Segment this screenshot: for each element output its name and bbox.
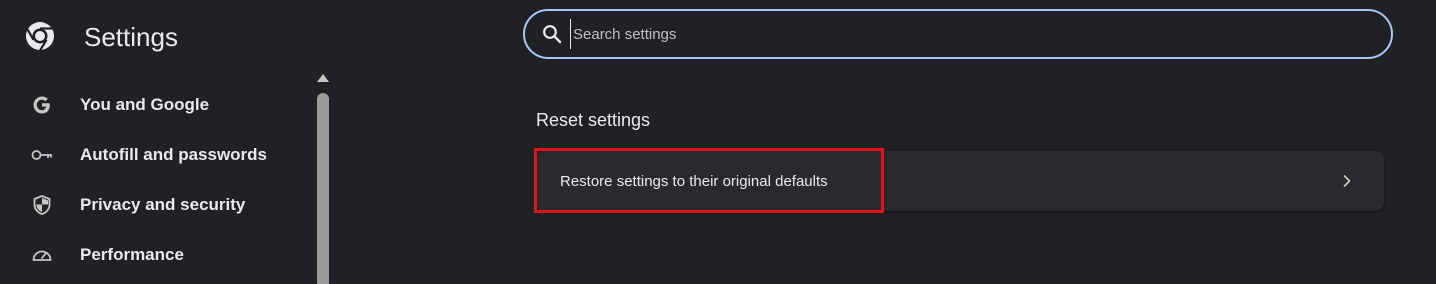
search-input[interactable] xyxy=(570,19,1391,49)
sidebar-item-label: You and Google xyxy=(80,95,210,114)
sidebar-item-label: Performance xyxy=(80,245,184,264)
sidebar-item-you-and-google[interactable]: You and Google xyxy=(0,83,300,127)
speedometer-icon xyxy=(30,243,54,267)
reset-settings-card: Restore settings to their original defau… xyxy=(536,151,1384,211)
scroll-up-arrow-icon[interactable] xyxy=(317,74,329,82)
sidebar-item-label: Autofill and passwords xyxy=(80,145,268,164)
sidebar-item-autofill[interactable]: Autofill and passwords xyxy=(0,133,300,177)
sidebar: You and Google Autofill and passwords Pr… xyxy=(0,70,314,284)
key-icon xyxy=(30,143,54,167)
sidebar-scrollbar[interactable] xyxy=(314,70,332,284)
sidebar-item-privacy[interactable]: Privacy and security xyxy=(0,183,300,227)
restore-defaults-label: Restore settings to their original defau… xyxy=(560,173,828,190)
chevron-right-icon xyxy=(1340,173,1354,189)
shield-icon xyxy=(30,193,54,217)
search-icon xyxy=(542,24,562,44)
settings-page: Settings You and Google xyxy=(0,0,1436,284)
sidebar-item-label: Privacy and security xyxy=(80,195,246,214)
section-title: Reset settings xyxy=(536,110,651,130)
search-box[interactable] xyxy=(523,9,1393,59)
restore-defaults-row[interactable]: Restore settings to their original defau… xyxy=(536,151,1384,211)
page-title: Settings xyxy=(84,22,178,52)
chrome-logo-icon xyxy=(24,20,56,52)
sidebar-item-performance[interactable]: Performance xyxy=(0,233,300,277)
google-g-icon xyxy=(30,93,54,117)
scrollbar-thumb[interactable] xyxy=(317,93,329,284)
